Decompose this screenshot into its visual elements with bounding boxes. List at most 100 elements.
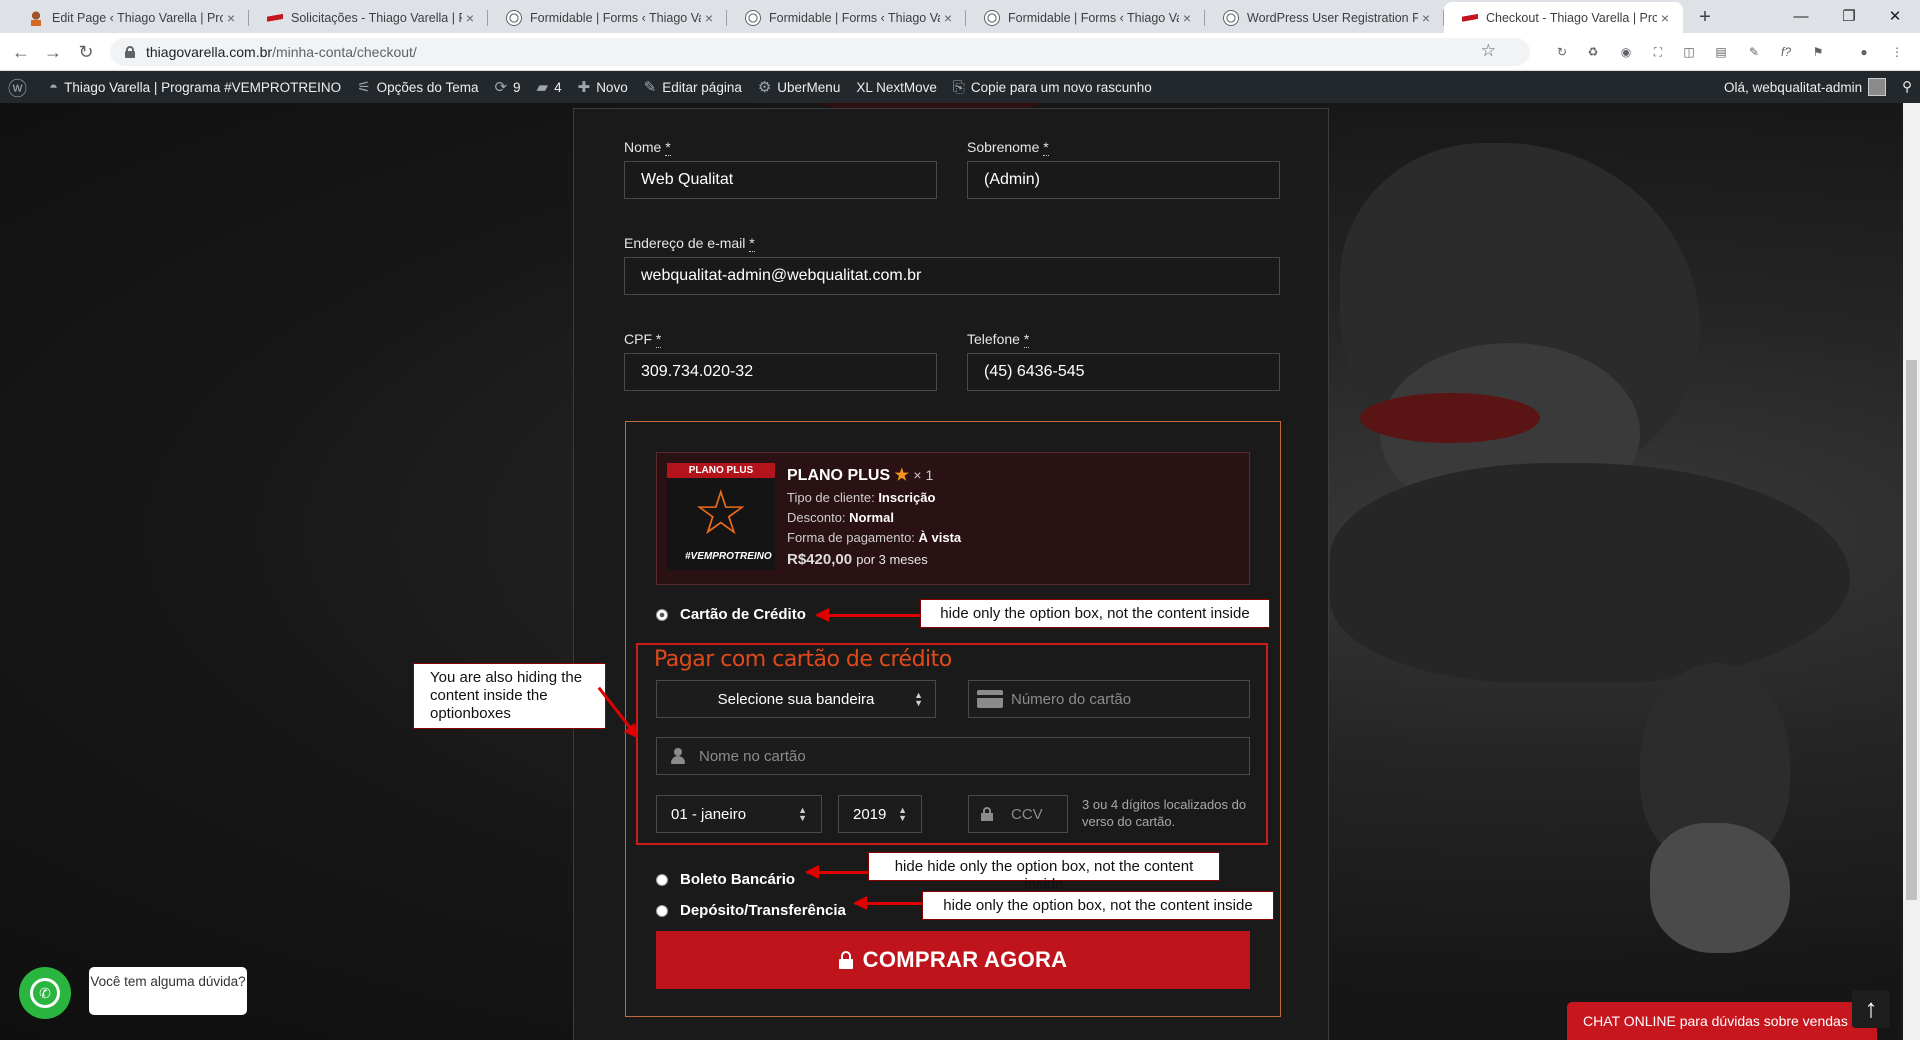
extension-pen-icon[interactable]: ✎: [1745, 43, 1763, 61]
tab-close-icon[interactable]: ×: [1179, 10, 1195, 26]
dashboard-icon: ◓: [49, 78, 59, 96]
minimize-button[interactable]: —: [1778, 4, 1824, 30]
back-arrow-icon[interactable]: ←: [9, 41, 33, 65]
reload-icon[interactable]: ↻: [74, 41, 98, 65]
tab-title: WordPress User Registration For: [1247, 10, 1418, 25]
annotation-note-deposit: hide only the option box, not the conten…: [922, 891, 1274, 920]
extension-flag-icon[interactable]: ⚑: [1809, 43, 1827, 61]
admin-edit-page[interactable]: ✎ Editar página: [636, 71, 750, 103]
radio-button[interactable]: [656, 904, 668, 917]
tab-edit-page[interactable]: Edit Page ‹ Thiago Varella | Progr ×: [10, 2, 249, 33]
lock-icon: [124, 46, 136, 58]
wordpress-logo-icon[interactable]: ⓦ: [0, 71, 41, 103]
admin-comments[interactable]: ▰ 4: [529, 71, 570, 103]
annotation-arrow: [853, 896, 923, 910]
forward-arrow-icon[interactable]: →: [41, 41, 65, 65]
extension-font-icon[interactable]: f?: [1777, 43, 1795, 61]
payment-method-line: Forma de pagamento: À vista: [787, 530, 962, 545]
card-brand-select[interactable]: Selecione sua bandeira ▲ ▼: [656, 680, 936, 718]
cpf-input[interactable]: 309.734.020-32: [624, 353, 937, 391]
admin-search-icon[interactable]: ⚲: [1894, 71, 1920, 103]
annotation-note-boleto: hide hide only the option box, not the c…: [868, 852, 1220, 893]
discount-line: Desconto: Normal: [787, 510, 894, 525]
admin-nextmove[interactable]: XL NextMove: [848, 71, 945, 103]
copy-draft-label: Copie para um novo rascunho: [970, 79, 1152, 95]
tab-close-icon[interactable]: ×: [940, 10, 956, 26]
card-number-input[interactable]: Número do cartão: [968, 680, 1250, 718]
expiry-month-select[interactable]: 01 - janeiro ▲ ▼: [656, 795, 822, 833]
comments-count: 4: [554, 79, 562, 95]
required-mark: *: [749, 235, 755, 252]
extension-list-icon[interactable]: ▤: [1712, 43, 1730, 61]
admin-account[interactable]: Olá, webqualitat-admin: [1716, 71, 1894, 103]
edit-page-label: Editar página: [662, 79, 742, 95]
tab-formidable-2[interactable]: Formidable | Forms ‹ Thiago Vare ×: [727, 2, 966, 33]
admin-site-name[interactable]: ◓ Thiago Varella | Programa #VEMPROTREIN…: [41, 71, 349, 103]
tab-formidable-3[interactable]: Formidable | Forms ‹ Thiago Vare ×: [966, 2, 1205, 33]
whatsapp-button[interactable]: ✆: [19, 967, 71, 1019]
tab-user-registration[interactable]: WordPress User Registration For ×: [1205, 2, 1444, 33]
tab-close-icon[interactable]: ×: [1657, 10, 1673, 26]
back-to-top-button[interactable]: ↑: [1852, 990, 1890, 1028]
annotation-note-credit: hide only the option box, not the conten…: [920, 599, 1270, 628]
tab-checkout[interactable]: Checkout - Thiago Varella | Prog ×: [1444, 2, 1683, 33]
menu-dots-icon[interactable]: ⋮: [1888, 43, 1906, 61]
extension-recycle-icon[interactable]: ♻: [1584, 43, 1602, 61]
whatsapp-bubble[interactable]: Você tem alguma dúvida?: [89, 967, 247, 1015]
extension-cookie-icon[interactable]: ◉: [1617, 43, 1635, 61]
last-name-label: Sobrenome *: [967, 139, 1049, 156]
greeting-label: Olá, webqualitat-admin: [1724, 79, 1863, 95]
address-toolbar: ← → ↻ thiagovarella.com.br/minha-conta/c…: [0, 33, 1920, 71]
tab-formidable-1[interactable]: Formidable | Forms ‹ Thiago Vare ×: [488, 2, 727, 33]
scrollbar-thumb[interactable]: [1906, 360, 1917, 900]
order-summary-box: PLANO PLUS ☆ #VEMPROTREINO PLANO PLUS ★ …: [625, 421, 1281, 1017]
new-tab-button[interactable]: +: [1693, 6, 1717, 29]
url-bar[interactable]: thiagovarella.com.br/minha-conta/checkou…: [110, 38, 1530, 66]
credit-card-option[interactable]: Cartão de Crédito: [656, 606, 806, 623]
tab-close-icon[interactable]: ×: [223, 10, 239, 26]
bookmark-star-icon[interactable]: ☆: [1481, 41, 1496, 61]
phone-input[interactable]: (45) 6436-545: [967, 353, 1280, 391]
credit-card-title: Pagar com cartão de crédito: [654, 647, 952, 672]
admin-theme-options[interactable]: ⚟ Opções do Tema: [349, 71, 486, 103]
user-icon: [671, 748, 685, 764]
gear-icon: ⚙: [757, 79, 772, 96]
tab-close-icon[interactable]: ×: [1418, 10, 1434, 26]
admin-copy-draft[interactable]: ⎘ Copie para um novo rascunho: [945, 71, 1160, 103]
buy-now-button[interactable]: COMPRAR AGORA: [656, 931, 1250, 989]
radio-button[interactable]: [656, 873, 668, 886]
tab-solicitacoes[interactable]: Solicitações - Thiago Varella | Pro ×: [249, 2, 488, 33]
maximize-button[interactable]: ❐: [1826, 4, 1872, 30]
admin-new[interactable]: ✚ Novo: [570, 71, 636, 103]
email-label: Endereço de e-mail *: [624, 235, 755, 252]
admin-ubermenu[interactable]: ⚙ UberMenu: [750, 71, 848, 103]
background-athlete-shape: [1330, 463, 1850, 683]
card-name-input[interactable]: Nome no cartão: [656, 737, 1250, 775]
tab-close-icon[interactable]: ×: [701, 10, 717, 26]
ubermenu-label: UberMenu: [777, 79, 841, 95]
extension-sync-icon[interactable]: ↻: [1553, 43, 1571, 61]
email-input[interactable]: webqualitat-admin@webqualitat.com.br: [624, 257, 1280, 295]
last-name-input[interactable]: (Admin): [967, 161, 1280, 199]
wp-admin-bar: ⓦ ◓ Thiago Varella | Programa #VEMPROTRE…: [0, 71, 1920, 103]
browser-tab-bar: Edit Page ‹ Thiago Varella | Progr × Sol…: [0, 0, 1920, 33]
profile-icon[interactable]: ●: [1855, 43, 1873, 61]
extension-screenshot-icon[interactable]: ⛶: [1649, 43, 1667, 61]
ccv-input[interactable]: CCV: [968, 795, 1068, 833]
annotation-note-content: You are also hiding the content inside t…: [413, 663, 606, 729]
chat-online-button[interactable]: CHAT ONLINE para dúvidas sobre vendas: [1567, 1002, 1877, 1040]
admin-updates[interactable]: ⟳ 9: [486, 71, 528, 103]
star-icon: ★: [894, 467, 909, 484]
close-window-button[interactable]: ✕: [1872, 4, 1918, 30]
first-name-input[interactable]: Web Qualitat: [624, 161, 937, 199]
background-athlete-shape: [1360, 393, 1540, 443]
deposit-option[interactable]: Depósito/Transferência: [656, 902, 846, 919]
radio-button[interactable]: [656, 608, 668, 621]
wordpress-favicon-icon: [984, 9, 1000, 26]
extension-window-icon[interactable]: ◫: [1680, 43, 1698, 61]
buy-now-label: COMPRAR AGORA: [862, 947, 1068, 972]
expiry-year-select[interactable]: 2019 ▲ ▼: [838, 795, 922, 833]
boleto-option[interactable]: Boleto Bancário: [656, 871, 795, 888]
tab-close-icon[interactable]: ×: [462, 10, 478, 26]
tab-title: Formidable | Forms ‹ Thiago Vare: [1008, 10, 1179, 25]
